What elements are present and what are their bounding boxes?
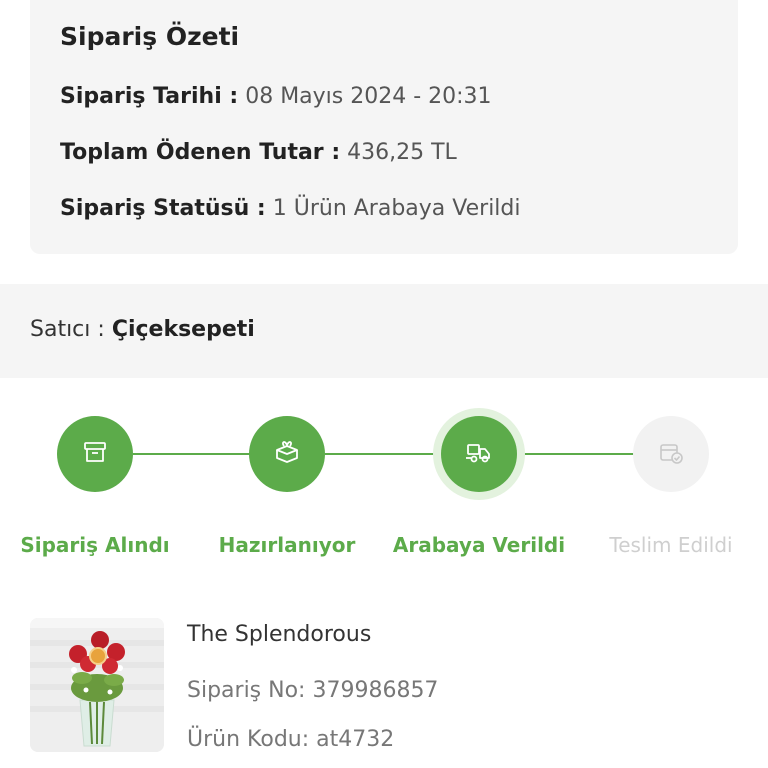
gift-icon [273,438,301,470]
order-summary-card: Sipariş Özeti Sipariş Tarihi : 08 Mayıs … [30,0,738,254]
order-total-value: 436,25 TL [347,140,457,165]
step-label-delivered: Teslim Edildi [609,533,733,557]
flower-bouquet-image [30,618,164,752]
step-on-delivery [441,416,517,492]
delivery-truck-icon [464,439,494,469]
order-date-row: Sipariş Tarihi : 08 Mayıs 2024 - 20:31 [60,84,492,109]
order-date-label: Sipariş Tarihi : [60,84,239,109]
seller-name[interactable]: Çiçeksepeti [112,317,255,342]
order-total-label: Toplam Ödenen Tutar : [60,140,341,165]
seller-bar: Satıcı : Çiçeksepeti [0,284,768,378]
product-name[interactable]: The Splendorous [187,622,371,647]
step-label-order-received: Sipariş Alındı [20,533,170,557]
step-order-received [57,416,133,492]
seller-label: Satıcı : [30,317,105,342]
step-preparing [249,416,325,492]
seller-info: Satıcı : Çiçeksepeti [30,317,255,342]
product-code: Ürün Kodu: at4732 [187,727,395,752]
tracker-connector-2 [325,453,443,455]
box-icon [82,439,108,469]
tracker-connector-1 [133,453,251,455]
order-number: Sipariş No: 379986857 [187,678,439,703]
product-image[interactable] [30,618,164,752]
order-status-label: Sipariş Statüsü : [60,196,266,221]
order-total-row: Toplam Ödenen Tutar : 436,25 TL [60,140,457,165]
step-label-on-delivery: Arabaya Verildi [392,533,566,557]
order-summary-title: Sipariş Özeti [60,22,240,51]
step-delivered [633,416,709,492]
order-date-value: 08 Mayıs 2024 - 20:31 [245,84,492,109]
package-check-icon [657,438,685,470]
step-label-preparing: Hazırlanıyor [218,533,356,557]
order-status-row: Sipariş Statüsü : 1 Ürün Arabaya Verildi [60,196,521,221]
order-status-value: 1 Ürün Arabaya Verildi [272,196,521,221]
tracker-connector-3 [517,453,635,455]
